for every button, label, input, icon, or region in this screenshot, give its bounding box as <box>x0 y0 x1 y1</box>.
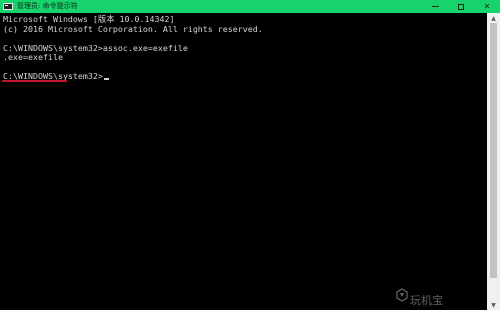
maximize-icon <box>458 3 464 10</box>
scrollbar-thumb[interactable] <box>490 23 497 278</box>
minimize-icon <box>431 6 439 7</box>
window-title: 管理员: 命令提示符 <box>17 2 78 10</box>
watermark-text: 玩机宝 <box>410 294 443 307</box>
red-underline-annotation <box>2 80 67 82</box>
title-bar[interactable]: 管理员: 命令提示符 ✕ <box>0 0 500 13</box>
maximize-button[interactable] <box>448 0 474 13</box>
vertical-scrollbar[interactable]: ▲ ▼ <box>487 13 500 310</box>
console-line: .exe=exefile <box>3 52 63 62</box>
console-output: Microsoft Windows [版本 10.0.14342] (c) 201… <box>3 14 263 82</box>
window-controls: ✕ <box>422 0 500 13</box>
console-line: (c) 2016 Microsoft Corporation. All righ… <box>3 23 263 34</box>
close-button[interactable]: ✕ <box>474 0 500 13</box>
cmd-icon[interactable] <box>3 3 13 10</box>
close-icon: ✕ <box>483 2 491 11</box>
minimize-button[interactable] <box>422 0 448 13</box>
scroll-down-arrow-icon[interactable]: ▼ <box>487 300 500 310</box>
scroll-up-arrow-icon[interactable]: ▲ <box>487 13 500 23</box>
text-cursor <box>103 78 109 80</box>
watermark-logo-icon <box>396 288 408 302</box>
console-area[interactable]: Microsoft Windows [版本 10.0.14342] (c) 201… <box>0 13 487 310</box>
